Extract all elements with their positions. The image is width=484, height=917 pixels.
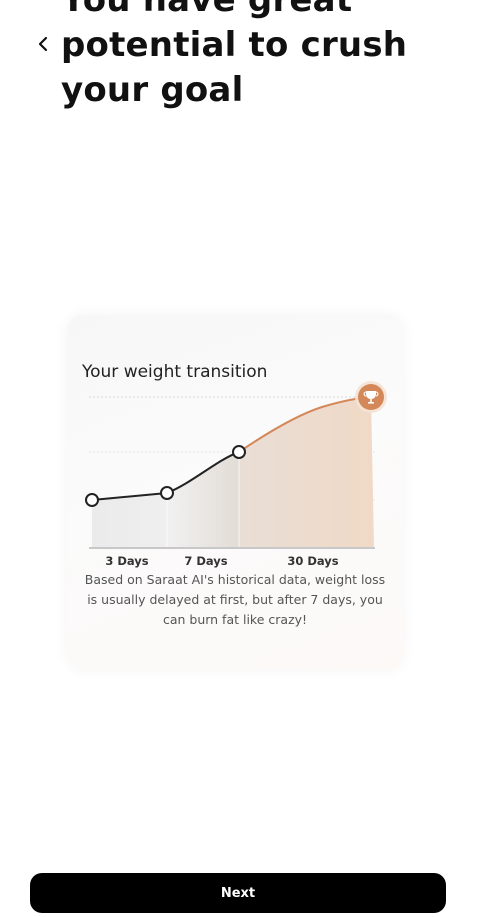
point-start [85, 493, 99, 507]
weight-transition-chart: 3 Days 7 Days 30 Days [85, 381, 387, 568]
area-segment-2 [167, 452, 239, 547]
x-tick-30-days: 30 Days [287, 554, 338, 568]
title-line-3: your goal [61, 70, 244, 110]
chevron-left-icon [38, 36, 48, 52]
x-tick-7-days: 7 Days [184, 554, 227, 568]
x-tick-3-days: 3 Days [105, 554, 148, 568]
title-line-2: potential to crush [61, 25, 408, 65]
onboarding-screen: You have great potential to crush your g… [0, 0, 484, 917]
trophy-badge [355, 381, 387, 413]
area-segment-1 [92, 493, 167, 547]
weight-transition-card: Your weight transition 3 Days 7 Days 30 … [67, 315, 403, 670]
area-segment-3 [239, 397, 374, 547]
point-3-days [160, 486, 174, 500]
page-title: You have great potential to crush your g… [61, 0, 441, 113]
point-7-days [232, 445, 246, 459]
next-button[interactable]: Next [30, 873, 446, 913]
card-description: Based on Saraat AI's historical data, we… [84, 572, 386, 627]
back-button[interactable] [30, 30, 56, 58]
title-line-1: You have great [61, 0, 353, 20]
